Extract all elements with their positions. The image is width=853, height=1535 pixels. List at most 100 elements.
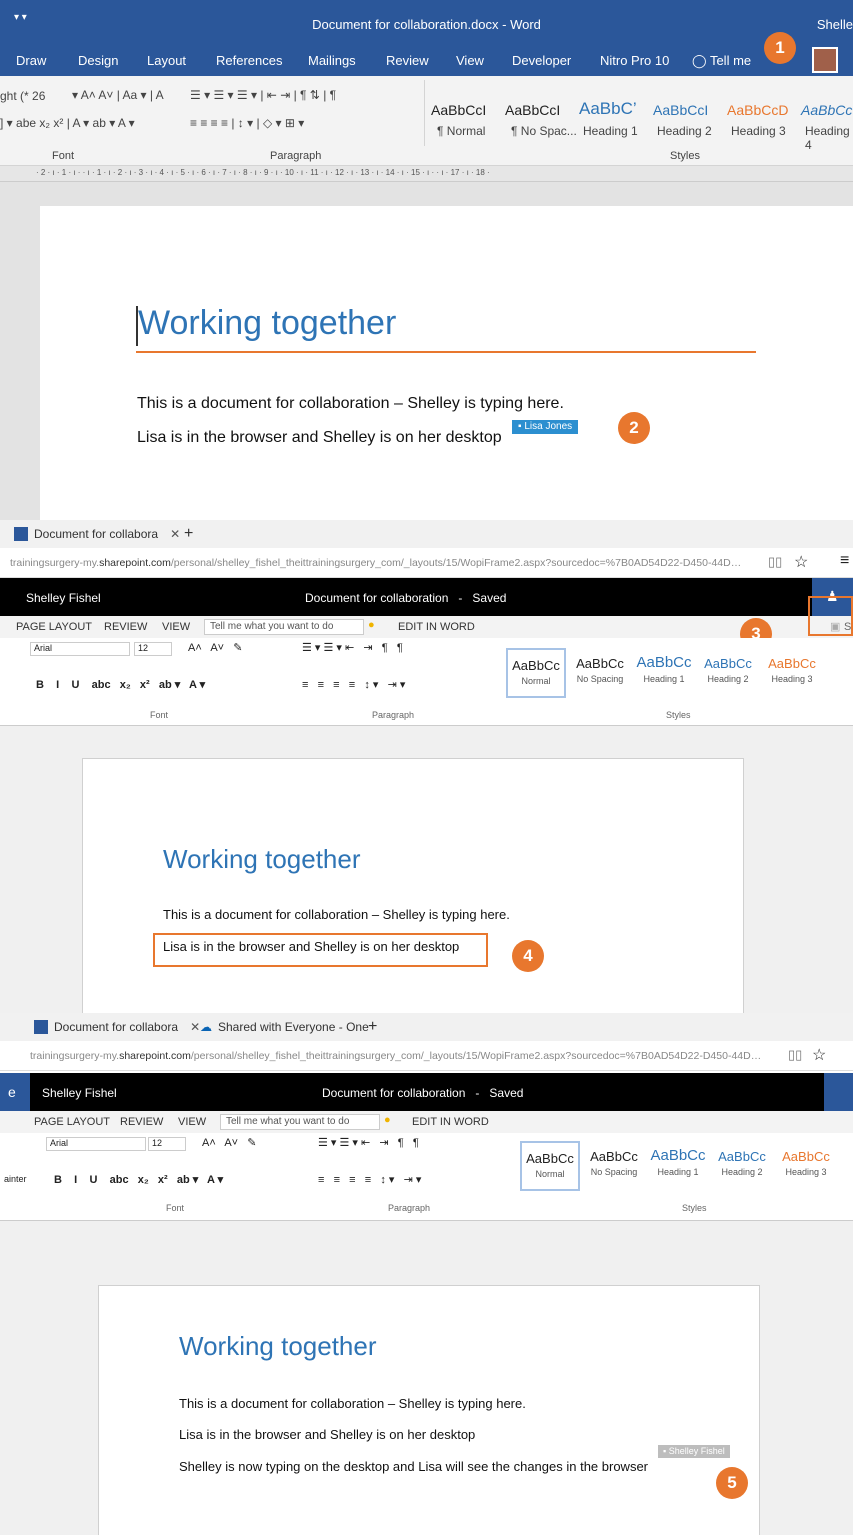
word-icon xyxy=(14,527,28,541)
font-size-box[interactable]: 12 xyxy=(148,1137,186,1151)
tab-developer[interactable]: Developer xyxy=(512,53,571,68)
style-nospacing-sample[interactable]: AaBbCcI xyxy=(505,102,560,118)
group-font-label: Font xyxy=(166,1203,185,1213)
font-format-icons[interactable]: ] ▾ abe x₂ x² | A ▾ ab ▾ A ▾ xyxy=(0,116,135,130)
font-name-box[interactable]: Arial xyxy=(46,1137,146,1151)
word-title-bar: ▾ ▾ Document for collaboration.docx - Wo… xyxy=(0,0,853,44)
tab-nitro[interactable]: Nitro Pro 10 xyxy=(600,53,669,68)
style-no-spacing[interactable]: AaBbCc No Spacing xyxy=(584,1141,644,1191)
style-heading-3[interactable]: AaBbCc Heading 3 xyxy=(776,1141,836,1191)
browser-tab-onedrive[interactable]: ☁ Shared with Everyone - One xyxy=(200,1013,369,1041)
tell-me-label: Tell me xyxy=(709,53,752,68)
reading-view-icon[interactable]: ▯▯ xyxy=(768,554,782,570)
style-heading4-name[interactable]: Heading 4 xyxy=(805,124,853,152)
app-launcher[interactable]: e xyxy=(0,1073,30,1111)
close-tab-icon[interactable]: ✕ xyxy=(170,527,180,541)
signed-in-user[interactable]: Shelle xyxy=(817,17,853,32)
style-heading-2[interactable]: AaBbCc Heading 2 xyxy=(698,648,758,698)
address-bar[interactable]: trainingsurgery-my.sharepoint.com/person… xyxy=(0,1041,853,1071)
doc-heading: Working together xyxy=(163,844,361,874)
style-heading2-sample[interactable]: AaBbCcI xyxy=(653,102,708,118)
grow-shrink-font-icons[interactable]: A˄ A˅ ✎ xyxy=(188,641,242,654)
grow-shrink-font-icons[interactable]: ▾ A˄ A˅ | Aa ▾ | A xyxy=(72,88,164,102)
avatar[interactable] xyxy=(812,47,838,73)
app-user-name[interactable]: Shelley Fishel xyxy=(26,591,101,605)
paragraph-format-icons[interactable]: ≡ ≡ ≡ ≡ | ↕ ▾ | ◇ ▾ ⊞ ▾ xyxy=(190,116,304,130)
font-format-icons[interactable]: B I U abc x₂ x² ab ▾ A ▾ xyxy=(36,678,205,691)
font-size-box[interactable]: 12 xyxy=(134,642,172,656)
style-heading2-name[interactable]: Heading 2 xyxy=(657,124,712,138)
style-heading4-sample[interactable]: AaBbCcI xyxy=(801,102,853,118)
style-normal-name[interactable]: ¶ Normal xyxy=(437,124,485,138)
tab-design[interactable]: Design xyxy=(78,53,118,68)
style-heading1-name[interactable]: Heading 1 xyxy=(583,124,638,138)
list-icons[interactable]: ☰ ▾ ☰ ▾ ⇤ ⇥ ¶ ¶ xyxy=(318,1136,419,1149)
style-heading3-sample[interactable]: AaBbCcD xyxy=(727,102,788,118)
coauthor-flag-lisa: ▪ Lisa Jones xyxy=(512,420,579,434)
font-size-box[interactable]: ght (* 26 xyxy=(0,89,45,103)
hub-icon[interactable]: ≡ xyxy=(840,552,849,570)
new-tab-button[interactable]: + xyxy=(368,1013,377,1041)
tab-draw[interactable]: Draw xyxy=(16,53,46,68)
doc-line-1: This is a document for collaboration – S… xyxy=(163,907,510,922)
browser-tab-document[interactable]: Document for collabora ✕ xyxy=(34,1013,200,1041)
coauthor-name: Shelley Fishel xyxy=(668,1446,725,1456)
style-heading-2[interactable]: AaBbCc Heading 2 xyxy=(712,1141,772,1191)
style-normal[interactable]: AaBbCc Normal xyxy=(506,648,566,698)
style-normal-sample[interactable]: AaBbCcI xyxy=(431,102,486,118)
menu-review[interactable]: REVIEW xyxy=(104,621,147,633)
word-desktop-panel: ▾ ▾ Document for collaboration.docx - Wo… xyxy=(0,0,853,520)
lightbulb-icon: ● xyxy=(384,1114,391,1126)
menu-page-layout[interactable]: PAGE LAYOUT xyxy=(16,621,92,633)
reading-view-icon[interactable]: ▯▯ xyxy=(788,1047,802,1063)
tell-me-input[interactable]: Tell me what you want to do xyxy=(204,619,364,635)
tab-mailings[interactable]: Mailings xyxy=(308,53,356,68)
coauthor-flag-shelley: ▪ Shelley Fishel xyxy=(658,1445,730,1458)
tab-view[interactable]: View xyxy=(456,53,484,68)
document-area xyxy=(0,726,853,1013)
menu-page-layout[interactable]: PAGE LAYOUT xyxy=(34,1116,110,1128)
menu-view[interactable]: VIEW xyxy=(178,1116,206,1128)
address-bar[interactable]: trainingsurgery-my.sharepoint.com/person… xyxy=(0,548,853,578)
menu-review[interactable]: REVIEW xyxy=(120,1116,163,1128)
format-painter-label[interactable]: ainter xyxy=(4,1174,27,1184)
online-ribbon: Arial 12 A˄ A˅ ✎ ainter B I U abc x₂ x² … xyxy=(0,1133,853,1221)
style-normal[interactable]: AaBbCc Normal xyxy=(520,1141,580,1191)
tell-me-input[interactable]: Tell me what you want to do xyxy=(220,1114,380,1130)
tab-references[interactable]: References xyxy=(216,53,282,68)
style-nospacing-name[interactable]: ¶ No Spac... xyxy=(511,124,577,138)
style-heading-3[interactable]: AaBbCc Heading 3 xyxy=(762,648,822,698)
favorite-star-icon[interactable]: ☆ xyxy=(794,552,808,572)
browser-tab-strip: Document for collabora ✕ ☁ Shared with E… xyxy=(0,1013,853,1041)
style-no-spacing[interactable]: AaBbCc No Spacing xyxy=(570,648,630,698)
style-heading1-sample[interactable]: AaBbC’ xyxy=(579,99,637,119)
alignment-icons[interactable]: ≡ ≡ ≡ ≡ ↕ ▾ ⇥ ▾ xyxy=(302,678,405,691)
group-paragraph-label: Paragraph xyxy=(270,150,322,162)
close-tab-icon[interactable]: ✕ xyxy=(190,1020,200,1034)
list-icons[interactable]: ☰ ▾ ☰ ▾ ⇤ ⇥ ¶ ¶ xyxy=(302,641,403,654)
list-buttons-icon[interactable]: ☰ ▾ ☰ ▾ ☰ ▾ | ⇤ ⇥ | ¶ ⇅ | ¶ xyxy=(190,88,336,102)
new-tab-button[interactable]: + xyxy=(184,520,193,548)
favorite-star-icon[interactable]: ☆ xyxy=(812,1045,826,1065)
grow-shrink-font-icons[interactable]: A˄ A˅ ✎ xyxy=(202,1136,256,1149)
menu-view[interactable]: VIEW xyxy=(162,621,190,633)
app-user-name[interactable]: Shelley Fishel xyxy=(42,1086,117,1100)
document-page[interactable] xyxy=(82,758,744,1013)
tab-layout[interactable]: Layout xyxy=(147,53,186,68)
font-format-icons[interactable]: B I U abc x₂ x² ab ▾ A ▾ xyxy=(54,1173,223,1186)
edit-in-word-button[interactable]: EDIT IN WORD xyxy=(412,1116,489,1128)
edit-in-word-button[interactable]: EDIT IN WORD xyxy=(398,621,475,633)
document-page[interactable] xyxy=(40,206,853,520)
font-name-box[interactable]: Arial xyxy=(30,642,130,656)
style-heading3-name[interactable]: Heading 3 xyxy=(731,124,786,138)
horizontal-ruler[interactable]: · 2 · ı · 1 · ı · · ı · 1 · ı · 2 · ı · … xyxy=(0,166,853,182)
style-heading-1[interactable]: AaBbCc Heading 1 xyxy=(648,1141,708,1191)
word-online-panel-2: Document for collabora ✕ ☁ Shared with E… xyxy=(0,1013,853,1535)
group-styles-label: Styles xyxy=(666,710,691,720)
browser-tab-document[interactable]: Document for collabora ✕ xyxy=(14,520,180,548)
tab-review[interactable]: Review xyxy=(386,53,429,68)
share-button[interactable] xyxy=(824,1073,853,1111)
alignment-icons[interactable]: ≡ ≡ ≡ ≡ ↕ ▾ ⇥ ▾ xyxy=(318,1173,421,1186)
style-heading-1[interactable]: AaBbCc Heading 1 xyxy=(634,648,694,698)
tell-me-box[interactable]: ◯ Tell me xyxy=(692,53,751,69)
